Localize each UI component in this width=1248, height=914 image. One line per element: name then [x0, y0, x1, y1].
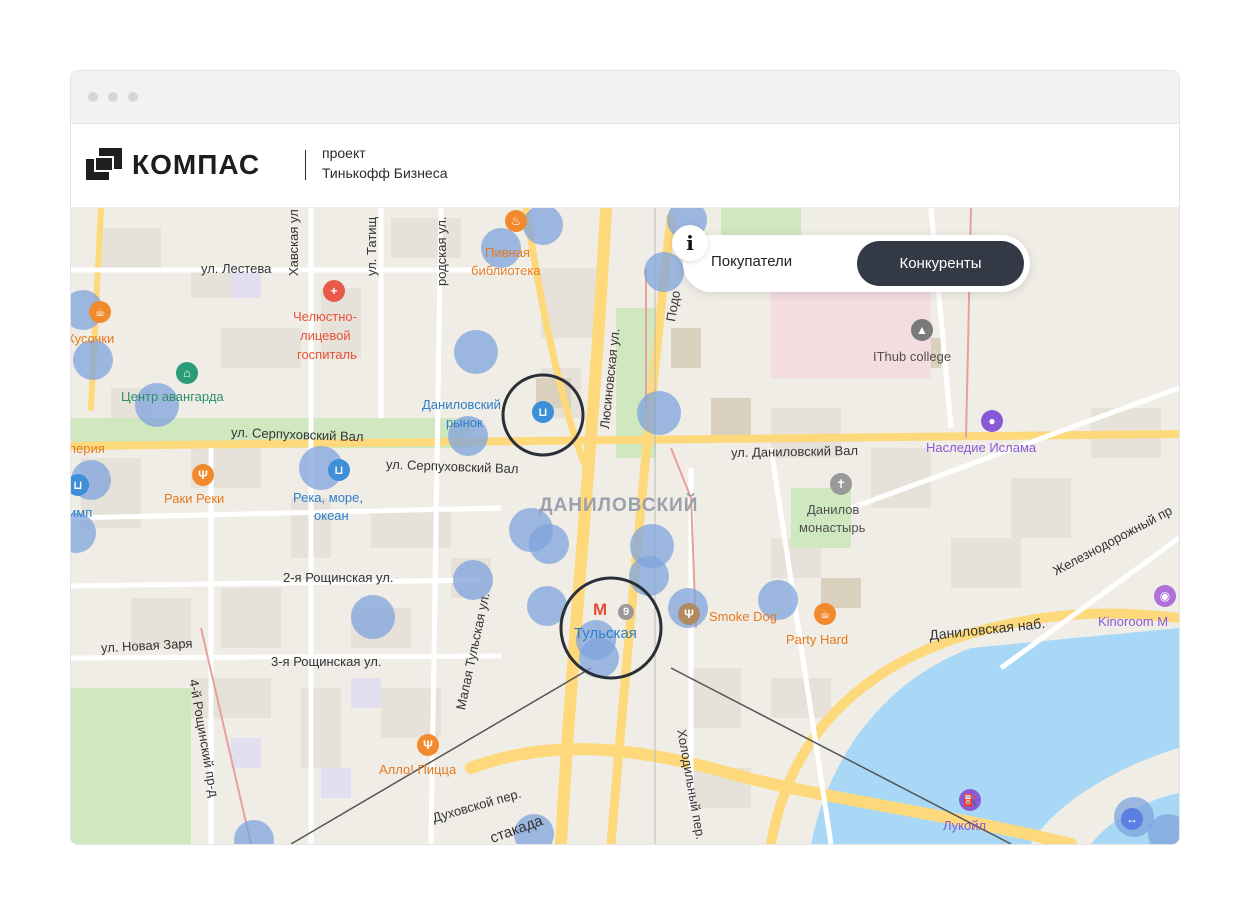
info-icon[interactable]: i: [672, 225, 708, 261]
poi-label[interactable]: океан: [314, 508, 349, 523]
poi-label[interactable]: монастырь: [799, 520, 865, 535]
poi-label[interactable]: лицевой: [300, 328, 351, 343]
cafe-icon[interactable]: ☕: [814, 603, 836, 625]
street-label: ул. Татищ: [364, 216, 379, 276]
window-dot-icon: [88, 92, 98, 102]
fuel-icon[interactable]: ⛽: [959, 789, 981, 811]
competitors-toggle-option[interactable]: Конкуренты: [857, 241, 1024, 286]
poi-label[interactable]: Раки Реки: [164, 491, 224, 506]
poi-label[interactable]: Алло! Пицца: [379, 762, 456, 777]
street-label: ул. Даниловский Вал: [730, 442, 859, 461]
cafe-icon[interactable]: ☕: [89, 301, 111, 323]
place-icon[interactable]: ↔: [1121, 808, 1143, 830]
map-view[interactable]: ♨ + ☕ ⌂ ⊔ Ψ ⊔ ⊔ ▲ ● ✝ ☕ Ψ ◉ Ψ ⛽ ↔ М 9 Ту…: [71, 208, 1179, 844]
metro-icon: М: [593, 600, 608, 619]
brand-divider: [305, 150, 306, 180]
window-titlebar: [71, 71, 1179, 124]
shopping-basket-icon[interactable]: ⊔: [532, 401, 554, 423]
metro-station-label[interactable]: Тульская: [574, 626, 637, 641]
poi-label[interactable]: Kinoroom M: [1098, 614, 1168, 629]
poi-label[interactable]: Даниловский: [422, 397, 501, 412]
logo-icon: [86, 148, 122, 180]
district-label: ДАНИЛОВСКИЙ: [539, 495, 699, 516]
street-label: 2-я Рощинская ул.: [283, 570, 394, 585]
restaurant-icon[interactable]: Ψ: [192, 464, 214, 486]
poi-label[interactable]: Лукойл: [943, 818, 986, 833]
street-label: ул. Лестева: [201, 261, 272, 276]
education-icon[interactable]: ▲: [911, 319, 933, 341]
app-header: КОМПАС проект Тинькофф Бизнеса: [71, 124, 1179, 208]
poi-label[interactable]: рынок: [446, 415, 483, 430]
shopping-basket-icon[interactable]: ⊔: [328, 459, 350, 481]
place-icon[interactable]: ●: [981, 410, 1003, 432]
project-line-1: проект: [322, 145, 366, 161]
poi-label[interactable]: Наследие Ислама: [926, 440, 1036, 455]
poi-label[interactable]: Smoke Dog: [709, 609, 777, 624]
map-canvas[interactable]: [71, 208, 1179, 844]
window-dot-icon: [108, 92, 118, 102]
browser-window: КОМПАС проект Тинькофф Бизнеса ♨ + ☕ ⌂ ⊔…: [70, 70, 1180, 845]
buyers-toggle-option[interactable]: Покупатели: [711, 253, 792, 270]
beer-icon[interactable]: ♨: [505, 210, 527, 232]
street-label: 3-я Рощинская ул.: [271, 654, 382, 669]
poi-label[interactable]: Река, море,: [293, 490, 363, 505]
street-label: Хавская ул.: [286, 208, 301, 276]
poi-label[interactable]: перия: [71, 441, 105, 456]
museum-icon[interactable]: ⌂: [176, 362, 198, 384]
audience-toggle[interactable]: Покупатели Конкуренты: [683, 235, 1030, 292]
window-dot-icon: [128, 92, 138, 102]
medical-cross-icon[interactable]: +: [323, 280, 345, 302]
restaurant-icon[interactable]: Ψ: [678, 603, 700, 625]
poi-label[interactable]: имп: [71, 505, 92, 520]
poi-label[interactable]: Центр авангарда: [121, 389, 224, 404]
project-line-2: Тинькофф Бизнеса: [322, 165, 448, 181]
poi-label[interactable]: Party Hard: [786, 632, 848, 647]
church-icon[interactable]: ✝: [830, 473, 852, 495]
poi-label[interactable]: Кусочки: [71, 331, 114, 346]
cinema-icon[interactable]: ◉: [1154, 585, 1176, 607]
metro-line-badge: 9: [618, 604, 634, 620]
poi-label[interactable]: Челюстно-: [293, 309, 357, 324]
poi-label[interactable]: Пивная: [485, 245, 530, 260]
poi-label[interactable]: госпиталь: [297, 347, 357, 362]
brand-name: КОМПАС: [132, 149, 261, 180]
poi-label[interactable]: IThub college: [873, 349, 951, 364]
street-label: родская ул.: [434, 216, 449, 286]
poi-label[interactable]: библиотека: [471, 263, 541, 278]
restaurant-icon[interactable]: Ψ: [417, 734, 439, 756]
poi-label[interactable]: Данилов: [807, 502, 859, 517]
